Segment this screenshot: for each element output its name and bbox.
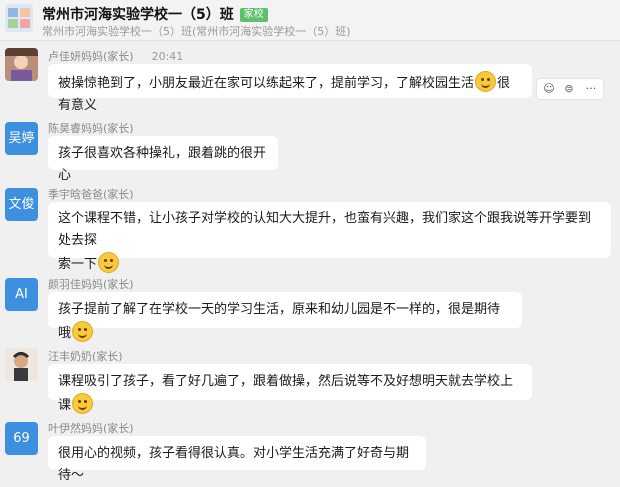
group-avatar[interactable] (5, 4, 33, 32)
message-bubble[interactable]: 孩子提前了解了在学校一天的学习生活，原来和幼儿园是不一样的，很是期待哦 (48, 292, 522, 342)
avatar[interactable] (5, 48, 38, 81)
avatar[interactable]: 69 (5, 422, 38, 455)
smile-emoji-icon (72, 321, 94, 342)
laughing-emoji-icon (98, 252, 120, 273)
message-text: 孩子提前了解了在学校一天的学习生活，原来和幼儿园是不一样的，很是期待哦 (58, 302, 501, 341)
chat-header: 常州市河海实验学校一（5）班 家校 常州市河海实验学校一（5）班(常州市河海实验学… (0, 0, 620, 41)
message-text: 很用心的视频，孩子看得很认真。对小学生活充满了好奇与期待～ (58, 446, 410, 483)
sender-name: 颜羽佳妈妈(家长) (48, 278, 134, 291)
message-text: 课程吸引了孩子，看了好几遍了，跟着做操，然后说等不及好想明天就去学校上课 (58, 374, 514, 413)
message-bubble[interactable]: 被操惊艳到了，小朋友最近在家可以练起来了，提前学习，了解校园生活 很有意义 (48, 64, 532, 113)
message-text: 这个课程不错，让小孩子对学校的认知大大提升，也蛮有兴趣，我们家这个跟我说等开学要… (58, 211, 592, 248)
message-bubble[interactable]: 孩子很喜欢各种操礼，跟着跳的很开心 (48, 136, 278, 183)
message-text: 孩子很喜欢各种操礼，跟着跳的很开心 (58, 146, 267, 183)
avatar[interactable] (5, 348, 38, 381)
sender-name: 卢佳妍妈妈(家长) 20:41 (48, 48, 183, 64)
laughing-emoji-icon (72, 393, 94, 414)
group-subtitle: 常州市河海实验学校一（5）班(常州市河海实验学校一（5）班) (42, 25, 351, 38)
message-text-line2: 索一下 (58, 257, 98, 272)
sender-name-text: 卢佳妍妈妈(家长) (48, 50, 134, 63)
sender-name: 汪丰奶奶(家长) (48, 350, 123, 363)
avatar[interactable]: AI (5, 278, 38, 311)
message-actions: ☺ ⊜ ··· (536, 78, 604, 100)
message-bubble[interactable]: 这个课程不错，让小孩子对学校的认知大大提升，也蛮有兴趣，我们家这个跟我说等开学要… (48, 202, 611, 273)
home-school-tag: 家校 (239, 8, 268, 22)
sender-name: 陈昊睿妈妈(家长) (48, 122, 134, 135)
more-options-icon[interactable]: ··· (581, 81, 601, 97)
smile-emoji-icon (475, 71, 497, 92)
reply-icon[interactable]: ⊜ (559, 81, 579, 97)
avatar[interactable]: 吴婷 (5, 122, 38, 155)
emoji-reaction-icon[interactable]: ☺ (539, 81, 559, 97)
avatar[interactable]: 文俊 (5, 188, 38, 221)
message-bubble[interactable]: 很用心的视频，孩子看得很认真。对小学生活充满了好奇与期待～ (48, 436, 426, 483)
message-time: 20:41 (151, 50, 184, 63)
group-name: 常州市河海实验学校一（5）班 (42, 7, 234, 23)
sender-name: 叶伊然妈妈(家长) (48, 422, 134, 435)
message-text: 被操惊艳到了，小朋友最近在家可以练起来了，提前学习，了解校园生活 (58, 76, 475, 91)
sender-name: 季宇晗爸爸(家长) (48, 188, 134, 201)
group-title: 常州市河海实验学校一（5）班 家校 (42, 4, 268, 24)
message-bubble[interactable]: 课程吸引了孩子，看了好几遍了，跟着做操，然后说等不及好想明天就去学校上课 (48, 364, 532, 414)
